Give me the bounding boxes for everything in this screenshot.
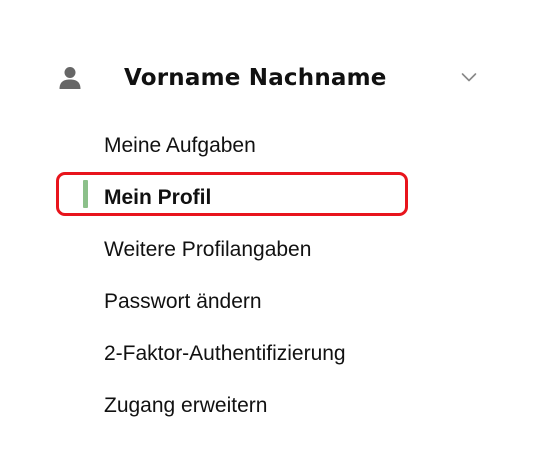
menu-item-mein-profil[interactable]: Mein Profil (104, 182, 211, 214)
menu-item-2-faktor-authentifizierung[interactable]: 2-Faktor-Authentifizierung (104, 338, 346, 370)
menu-item-meine-aufgaben[interactable]: Meine Aufgaben (104, 130, 256, 162)
profile-menu: Meine Aufgaben Mein Profil Weitere Profi… (0, 0, 542, 461)
menu-item-zugang-erweitern[interactable]: Zugang erweitern (104, 390, 267, 422)
menu-item-passwort-aendern[interactable]: Passwort ändern (104, 286, 262, 318)
menu-item-weitere-profilangaben[interactable]: Weitere Profilangaben (104, 234, 311, 266)
